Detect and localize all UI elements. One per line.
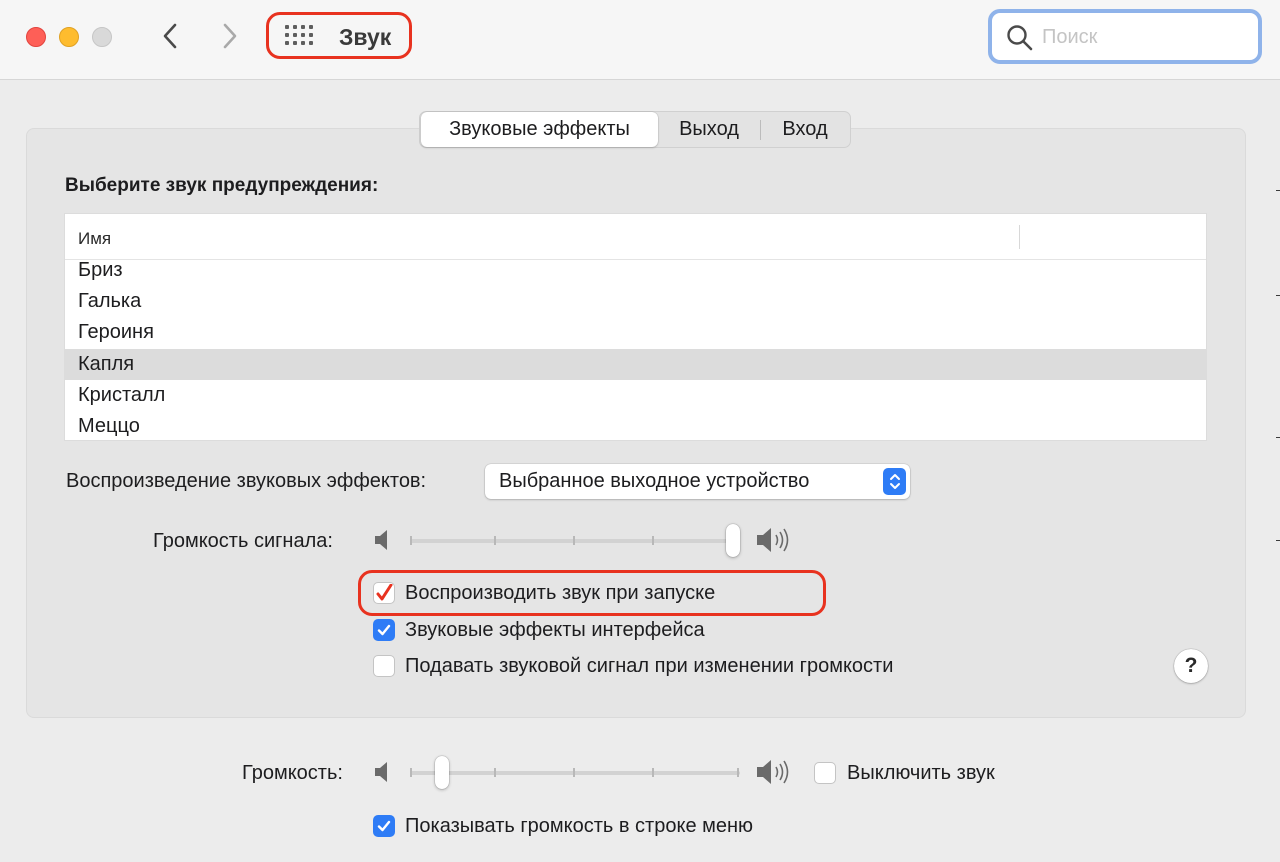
startup-sound-checkbox[interactable]	[373, 582, 395, 604]
edge-tick	[1276, 295, 1280, 296]
speaker-high-icon	[757, 528, 789, 552]
list-item[interactable]: Кристалл	[65, 380, 1206, 411]
close-window-button[interactable]	[26, 27, 46, 47]
checkmark-icon	[377, 820, 391, 832]
mute-label: Выключить звук	[847, 762, 995, 784]
grid-icon	[285, 25, 315, 47]
slider-tick	[494, 536, 496, 545]
output-volume-track[interactable]	[410, 771, 740, 775]
alert-volume-label: Громкость сигнала:	[153, 530, 333, 552]
playback-device-popup[interactable]: Выбранное выходное устройство	[485, 464, 910, 499]
slider-tick	[737, 768, 739, 777]
window-title: Звук	[339, 24, 392, 50]
back-button[interactable]	[152, 18, 188, 54]
tab-bar: Звуковые эффекты Выход Вход	[419, 111, 851, 148]
list-item[interactable]: Бриз	[65, 255, 1206, 286]
slider-tick	[494, 768, 496, 777]
tab-input[interactable]: Вход	[761, 112, 849, 147]
interface-effects-checkbox[interactable]	[373, 619, 395, 641]
list-item[interactable]: Героиня	[65, 317, 1206, 348]
column-divider	[1019, 225, 1020, 249]
speaker-high-icon	[757, 760, 789, 784]
alert-volume-knob[interactable]	[726, 524, 740, 557]
list-item[interactable]: Галька	[65, 286, 1206, 317]
output-volume-label: Громкость:	[242, 762, 343, 784]
show-all-button[interactable]: Звук	[266, 12, 412, 59]
volume-feedback-label: Подавать звуковой сигнал при изменении г…	[405, 655, 894, 677]
playback-label: Воспроизведение звуковых эффектов:	[66, 470, 427, 492]
checkmark-icon	[377, 624, 391, 636]
minimize-window-button[interactable]	[59, 27, 79, 47]
list-item-selected[interactable]: Капля	[65, 349, 1206, 380]
volume-feedback-checkbox[interactable]	[373, 655, 395, 677]
alert-sound-list[interactable]: Имя Бриз Галька Героиня Капля Кристалл М…	[64, 213, 1207, 441]
edge-tick	[1276, 540, 1280, 541]
tab-sound-effects[interactable]: Звуковые эффекты	[421, 112, 658, 147]
list-header: Имя	[65, 214, 1206, 260]
title-bar: Звук	[0, 0, 1280, 80]
slider-tick	[410, 768, 412, 777]
chevron-left-icon	[163, 23, 177, 49]
edge-tick	[1276, 437, 1280, 438]
mute-checkbox[interactable]	[814, 762, 836, 784]
interface-effects-label: Звуковые эффекты интерфейса	[405, 619, 705, 641]
speaker-low-icon	[375, 530, 387, 550]
forward-button[interactable]	[212, 18, 248, 54]
alert-sound-title: Выберите звук предупреждения:	[65, 175, 379, 196]
speaker-low-icon	[375, 762, 387, 782]
chevron-right-icon	[223, 23, 237, 49]
search-field[interactable]	[988, 9, 1262, 64]
list-item[interactable]: Меццо	[65, 411, 1206, 440]
slider-tick	[652, 768, 654, 777]
tab-output[interactable]: Выход	[658, 112, 760, 147]
updown-arrows-icon	[883, 468, 906, 495]
show-volume-in-menu-checkbox[interactable]	[373, 815, 395, 837]
checkmark-icon	[376, 584, 393, 601]
search-input[interactable]	[1042, 25, 1242, 49]
playback-device-value: Выбранное выходное устройство	[499, 470, 810, 492]
slider-tick	[410, 536, 412, 545]
output-volume-knob[interactable]	[435, 756, 450, 789]
show-volume-in-menu-label: Показывать громкость в строке меню	[405, 815, 754, 837]
help-button[interactable]: ?	[1174, 649, 1208, 683]
slider-tick	[652, 536, 654, 545]
column-header-name[interactable]: Имя	[78, 229, 111, 249]
search-icon	[1007, 25, 1033, 51]
slider-tick	[573, 536, 575, 545]
zoom-window-button[interactable]	[92, 27, 112, 47]
slider-tick	[573, 768, 575, 777]
startup-sound-label: Воспроизводить звук при запуске	[405, 582, 716, 604]
edge-tick	[1276, 190, 1280, 191]
